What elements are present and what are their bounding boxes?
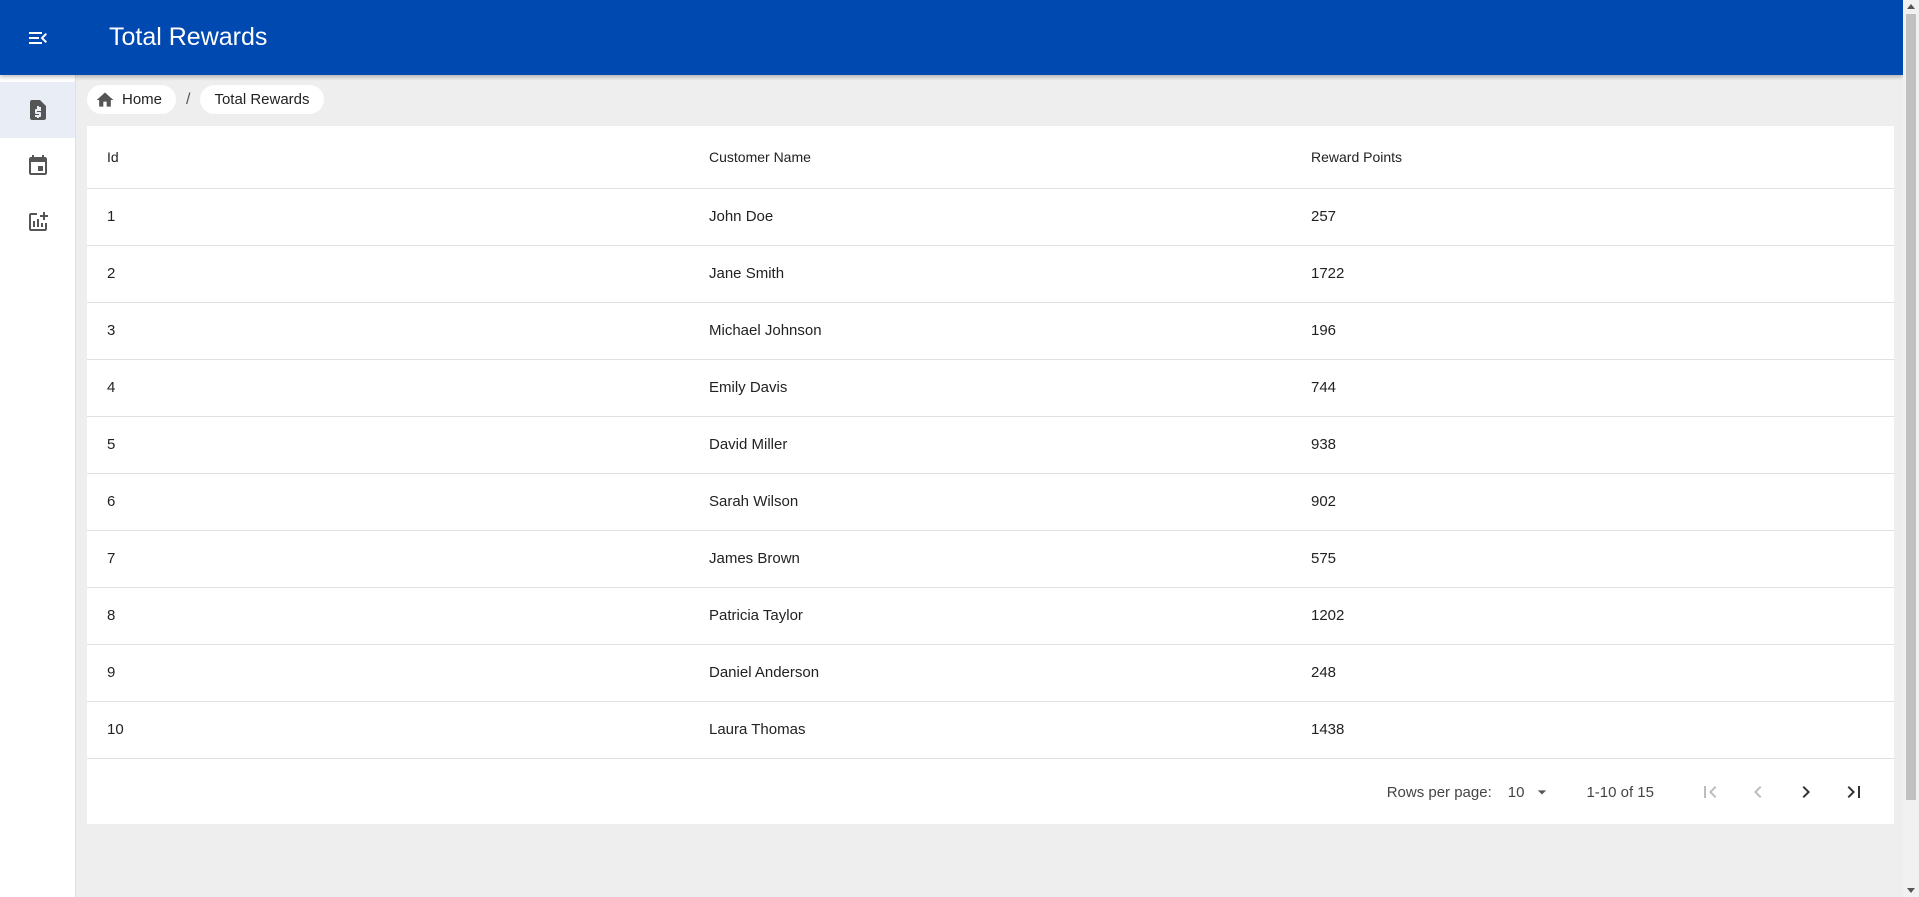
sidebar-item-add-chart[interactable] [0, 194, 75, 250]
dropdown-arrow-icon [1538, 790, 1547, 795]
chevron-right-icon [1802, 786, 1810, 798]
cell-id: 2 [87, 245, 689, 303]
next-page-button[interactable] [1782, 772, 1830, 812]
table-row[interactable]: 4 Emily Davis 744 [87, 359, 1894, 417]
cell-reward-points: 744 [1291, 359, 1894, 417]
cell-customer-name: James Brown [689, 530, 1291, 588]
menu-collapse-button[interactable] [0, 0, 75, 75]
rewards-table: Id Customer Name Reward Points 1 John Do… [87, 126, 1894, 759]
cell-customer-name: John Doe [689, 188, 1291, 246]
cell-customer-name: David Miller [689, 416, 1291, 474]
cell-id: 4 [87, 359, 689, 417]
cell-customer-name: Patricia Taylor [689, 587, 1291, 645]
cell-customer-name: Emily Davis [689, 359, 1291, 417]
table-row[interactable]: 5 David Miller 938 [87, 416, 1894, 474]
cell-reward-points: 575 [1291, 530, 1894, 588]
scrollbar-thumb[interactable] [1906, 14, 1916, 800]
cell-id: 7 [87, 530, 689, 588]
breadcrumb-home[interactable]: Home [87, 85, 177, 114]
rows-per-page-value: 10 [1507, 783, 1525, 801]
cell-customer-name: Laura Thomas [689, 701, 1291, 759]
cell-reward-points: 938 [1291, 416, 1894, 474]
cell-id: 6 [87, 473, 689, 531]
cell-reward-points: 248 [1291, 644, 1894, 702]
table-row[interactable]: 6 Sarah Wilson 902 [87, 473, 1894, 531]
breadcrumb-current[interactable]: Total Rewards [200, 85, 324, 114]
table-row[interactable]: 2 Jane Smith 1722 [87, 245, 1894, 303]
cell-reward-points: 1438 [1291, 701, 1894, 759]
pagination-range: 1-10 of 15 [1586, 783, 1654, 801]
scroll-down-arrow-icon[interactable] [1907, 888, 1915, 893]
cell-customer-name: Daniel Anderson [689, 644, 1291, 702]
add-chart-icon [28, 212, 48, 231]
app-bar: Total Rewards [0, 0, 1903, 75]
scroll-up-arrow-icon[interactable] [1907, 4, 1915, 9]
cell-id: 3 [87, 302, 689, 360]
cell-reward-points: 1722 [1291, 245, 1894, 303]
cell-customer-name: Michael Johnson [689, 302, 1291, 360]
breadcrumb-separator: / [186, 90, 191, 108]
cell-reward-points: 257 [1291, 188, 1894, 246]
rows-per-page-select[interactable]: 10 [1508, 782, 1553, 802]
cell-reward-points: 1202 [1291, 587, 1894, 645]
table-header-row: Id Customer Name Reward Points [87, 126, 1894, 189]
receipt-dollar-icon [29, 100, 46, 120]
chevron-left-icon [1754, 786, 1762, 798]
column-header-reward-points[interactable]: Reward Points [1291, 126, 1894, 189]
column-header-customer-name[interactable]: Customer Name [689, 126, 1291, 189]
first-page-button[interactable] [1686, 772, 1734, 812]
last-page-icon [1847, 786, 1860, 798]
column-header-id[interactable]: Id [87, 126, 689, 189]
last-page-button[interactable] [1830, 772, 1878, 812]
table-row[interactable]: 7 James Brown 575 [87, 530, 1894, 588]
cell-reward-points: 196 [1291, 302, 1894, 360]
table-row[interactable]: 9 Daniel Anderson 248 [87, 644, 1894, 702]
rewards-table-card: Id Customer Name Reward Points 1 John Do… [87, 126, 1894, 824]
breadcrumb-home-label: Home [122, 91, 163, 108]
cell-id: 1 [87, 188, 689, 246]
pagination: Rows per page: 10 1-10 of 15 [87, 760, 1894, 824]
table-row[interactable]: 3 Michael Johnson 196 [87, 302, 1894, 360]
page-title: Total Rewards [109, 23, 268, 51]
sidebar-item-rewards[interactable] [0, 82, 75, 138]
rows-per-page-label: Rows per page: [1386, 783, 1492, 801]
table-row[interactable]: 8 Patricia Taylor 1202 [87, 587, 1894, 645]
cell-id: 8 [87, 587, 689, 645]
table-row[interactable]: 1 John Doe 257 [87, 188, 1894, 246]
sidebar-item-calendar[interactable] [0, 138, 75, 194]
vertical-scrollbar[interactable] [1903, 0, 1919, 897]
cell-id: 9 [87, 644, 689, 702]
breadcrumb: Home / Total Rewards [87, 85, 324, 114]
table-row[interactable]: 10 Laura Thomas 1438 [87, 701, 1894, 759]
home-icon [96, 92, 114, 107]
cell-customer-name: Jane Smith [689, 245, 1291, 303]
sidebar [0, 75, 76, 897]
previous-page-button[interactable] [1734, 772, 1782, 812]
cell-customer-name: Sarah Wilson [689, 473, 1291, 531]
breadcrumb-current-label: Total Rewards [214, 91, 310, 108]
cell-id: 5 [87, 416, 689, 474]
cell-id: 10 [87, 701, 689, 759]
cell-reward-points: 902 [1291, 473, 1894, 531]
menu-open-icon [28, 31, 47, 44]
calendar-icon [28, 155, 47, 175]
first-page-icon [1704, 786, 1717, 798]
